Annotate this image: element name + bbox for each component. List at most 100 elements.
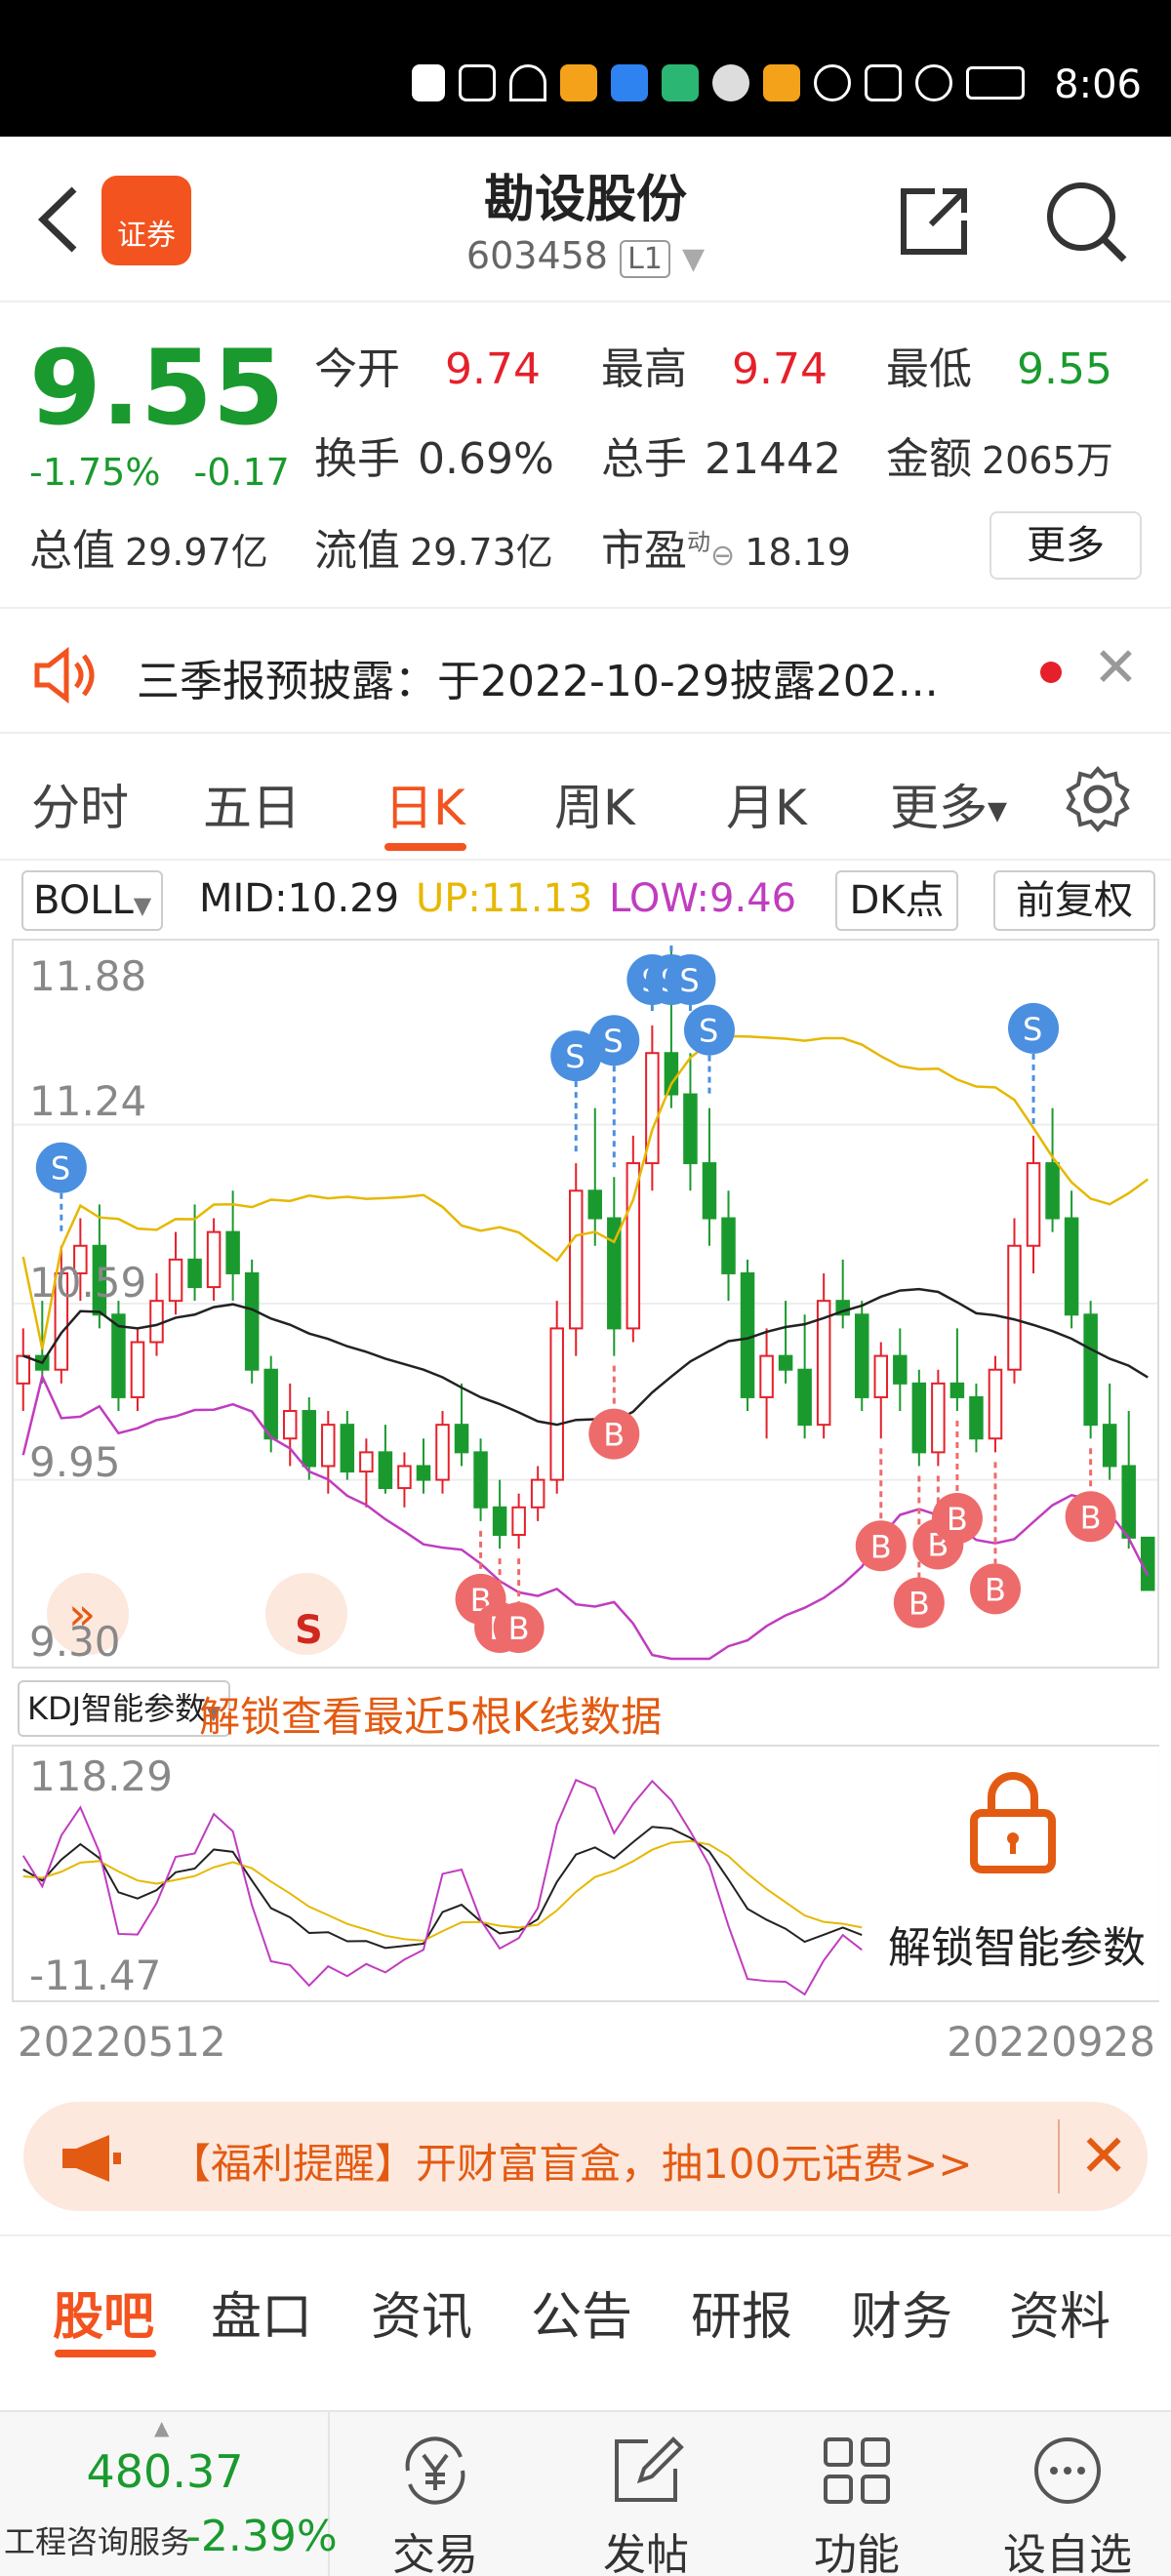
nav-post[interactable]: 发帖: [548, 2430, 744, 2576]
tab-order-book[interactable]: 盘口: [211, 2275, 312, 2349]
share-icon[interactable]: [896, 181, 974, 260]
pe-item[interactable]: 市盈动⊖ 18.19: [601, 515, 851, 578]
tab-monthly-k[interactable]: 月K: [726, 769, 807, 839]
tab-weekly-k[interactable]: 周K: [554, 769, 635, 839]
y-tick-2: 11.24: [29, 1077, 147, 1125]
candle-body: [931, 1382, 946, 1454]
candle-body: [397, 1465, 412, 1490]
tab-profile[interactable]: 资料: [1009, 2275, 1110, 2349]
edit-icon: [615, 2436, 684, 2502]
notice-close-icon[interactable]: ✕: [1093, 636, 1139, 700]
candle-body: [683, 1093, 698, 1165]
apps-grid-icon: [824, 2437, 890, 2504]
turnover-label: 换手: [314, 434, 400, 484]
volume-item: 总手 21442: [601, 423, 841, 486]
y-tick-4: 9.95: [29, 1438, 121, 1486]
tab-intraday[interactable]: 分时: [31, 769, 129, 839]
tab-research[interactable]: 研报: [691, 2275, 792, 2349]
sell-marker-label: S: [565, 1038, 585, 1075]
indicator-select[interactable]: BOLL▼: [21, 870, 164, 931]
price-change: -1.75% -0.17: [29, 451, 290, 494]
level-badge: L1: [620, 240, 670, 278]
kdj-unlock-text[interactable]: 解锁查看最近5根K线数据: [199, 1684, 662, 1744]
amount-label: 金额: [886, 434, 972, 484]
high-label: 最高: [601, 344, 687, 394]
low-item: 最低 9.55: [886, 334, 1112, 396]
tab-announcements[interactable]: 公告: [531, 2275, 632, 2349]
alarm-icon: [915, 64, 952, 101]
more-quote-button[interactable]: 更多: [989, 511, 1142, 580]
notice-banner[interactable]: 三季报预披露：于2022-10-29披露202... ✕: [0, 607, 1171, 734]
sell-marker-label: S: [51, 1150, 70, 1187]
search-icon[interactable]: [1042, 178, 1130, 265]
forward-adjust-button[interactable]: 前复权: [993, 870, 1155, 931]
gear-icon[interactable]: [1064, 765, 1132, 833]
promo-banner[interactable]: 【福利提醒】开财富盲盒，抽100元话费>> ✕: [23, 2102, 1148, 2211]
sell-marker-label: S: [603, 1023, 623, 1060]
amount-value: 2065万: [982, 439, 1113, 482]
kdj-lock-overlay[interactable]: 解锁智能参数: [872, 1747, 1159, 2000]
candle-body: [454, 1424, 469, 1454]
kdj-chart[interactable]: 118.29 -11.47 解锁智能参数: [12, 1745, 1159, 2002]
tab-more-label: 更多: [890, 780, 988, 836]
candle-body: [1121, 1465, 1136, 1539]
active-tab-underline: [384, 843, 466, 851]
candle-body: [759, 1354, 774, 1398]
change-pct: -1.75%: [29, 451, 161, 494]
candle-body: [263, 1368, 278, 1440]
candle-body: [302, 1410, 317, 1468]
candle-body: [1007, 1244, 1022, 1371]
candle-body: [244, 1271, 260, 1371]
candle-body: [1045, 1162, 1060, 1220]
boll-low: LOW:9.46: [609, 876, 797, 921]
quote-panel: 9.55 -1.75% -0.17 今开 9.74 最高 9.74 最低 9.55 换…: [0, 304, 1171, 597]
candle-body: [740, 1271, 755, 1398]
amount-item: 金额 2065万: [886, 423, 1113, 486]
buy-marker-label: B: [985, 1571, 1006, 1608]
nav-watchlist[interactable]: 设自选: [970, 2430, 1165, 2576]
y-tick-3: 10.59: [29, 1259, 147, 1307]
sector-index[interactable]: ▲ 480.37 工程咨询服务 -2.39%: [0, 2412, 338, 2576]
nav-functions[interactable]: 功能: [759, 2430, 954, 2576]
indicator-name: BOLL: [33, 878, 134, 923]
candle-body: [664, 1052, 679, 1096]
s-mode-icon[interactable]: S: [295, 1608, 323, 1653]
tab-more[interactable]: 更多▼: [890, 769, 1007, 839]
volume-label: 总手: [601, 434, 687, 484]
candle-body: [1083, 1313, 1098, 1427]
open-label: 今开: [314, 344, 400, 394]
candle-body: [530, 1478, 545, 1509]
mktcap-label: 总值: [29, 526, 115, 576]
candle-body: [130, 1341, 145, 1398]
pe-label: 市盈: [601, 526, 687, 576]
status-icons: [412, 64, 1025, 101]
tab-daily-k[interactable]: 日K: [384, 769, 465, 839]
pe-value: 18.19: [745, 531, 851, 574]
candle-body: [549, 1327, 564, 1481]
tab-five-day[interactable]: 五日: [203, 769, 301, 839]
nav-trade[interactable]: 交易: [338, 2430, 533, 2576]
buy-marker-label: B: [603, 1417, 625, 1454]
kdj-name: KDJ智能参数: [27, 1690, 207, 1727]
mktcap-value: 29.97亿: [125, 531, 268, 574]
buy-marker-label: B: [909, 1585, 930, 1622]
header: 证券 勘设股份 603458 L1 ▼: [0, 137, 1171, 302]
notice-text: 三季报预披露：于2022-10-29披露202...: [137, 657, 939, 706]
nav-functions-label: 功能: [814, 2530, 900, 2576]
tab-news[interactable]: 资讯: [371, 2275, 472, 2349]
end-date: 20220928: [947, 2018, 1155, 2066]
volume-value: 21442: [705, 434, 841, 484]
unlock-params-text: 解锁智能参数: [888, 1923, 1146, 1973]
tab-finance[interactable]: 财务: [851, 2275, 952, 2349]
candle-body: [721, 1217, 736, 1274]
candle-body: [1026, 1162, 1041, 1247]
dk-point-button[interactable]: DK点: [835, 870, 958, 931]
candle-body: [206, 1230, 222, 1289]
stock-code-row[interactable]: 603458 L1 ▼: [0, 234, 1171, 278]
promo-close-icon[interactable]: ✕: [1058, 2119, 1128, 2194]
candle-body: [492, 1506, 507, 1537]
signal-icon: [459, 64, 496, 101]
sector-index-change: -2.39%: [185, 2512, 338, 2561]
tab-guba[interactable]: 股吧: [53, 2275, 154, 2349]
kline-chart[interactable]: BBBBBBBBBBSSSSSSSS » S 11.88 11.24 10.59…: [12, 939, 1159, 1669]
